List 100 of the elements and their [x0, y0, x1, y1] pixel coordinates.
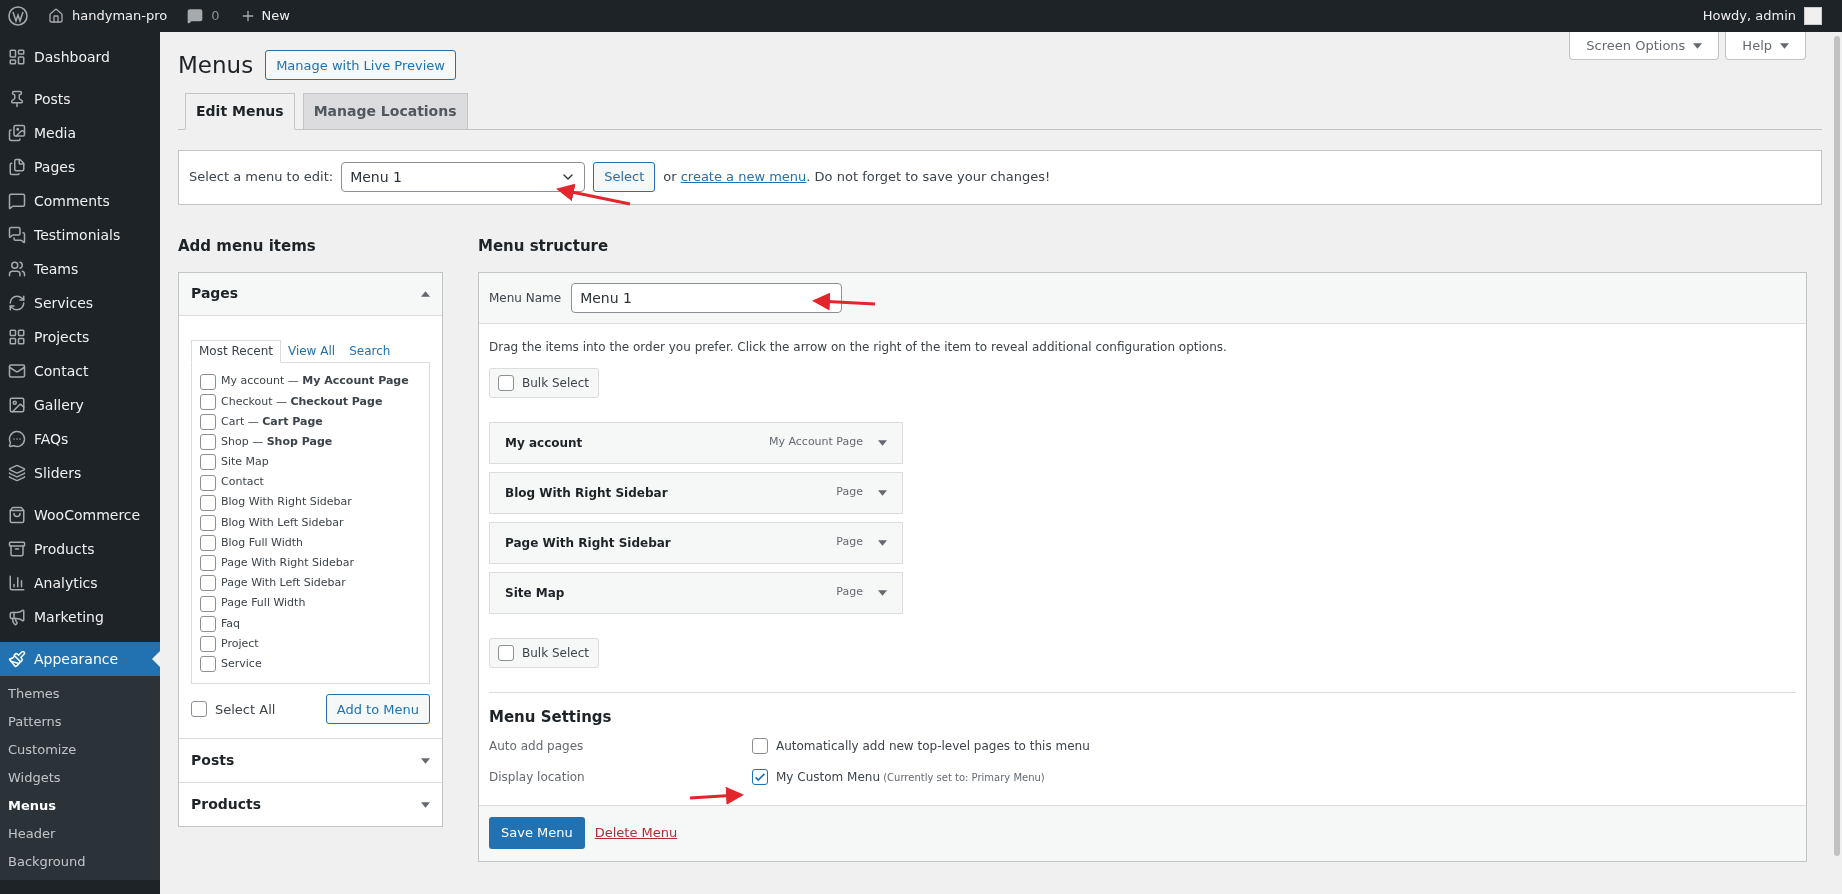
menu-item-bar[interactable]: My account My Account Page — [489, 421, 903, 464]
sidebar-item[interactable]: Contact — [0, 354, 160, 388]
instructions-text: Drag the items into the order you prefer. Click the arrow on the right of the item to reveal additional configuration options. — [489, 338, 1228, 356]
sidebar-item[interactable]: Marketing — [0, 600, 160, 634]
add-to-menu-button[interactable]: Add to Menu — [325, 694, 430, 725]
sidebar-item[interactable]: Testimonials — [0, 218, 160, 252]
sidebar-item[interactable]: Media — [0, 116, 160, 150]
expand-arrow-icon[interactable] — [421, 757, 430, 764]
new-link[interactable]: New — [239, 6, 290, 26]
submenu-item[interactable]: Background — [0, 848, 160, 876]
comments-icon — [8, 226, 26, 244]
checkbox[interactable] — [200, 454, 216, 471]
sidebar-item[interactable]: Pages — [0, 150, 160, 184]
mail-icon — [8, 362, 26, 380]
bag-icon — [8, 506, 26, 524]
help-button[interactable]: Help — [1725, 32, 1806, 60]
page-option-label: Cart — Cart Page — [221, 413, 323, 430]
select-button[interactable]: Select — [593, 162, 656, 192]
checkbox[interactable] — [752, 769, 768, 785]
menu-item-bar[interactable]: Site Map Page — [489, 571, 903, 614]
page-option-label: Project — [221, 635, 259, 652]
sidebar-item[interactable]: Services — [0, 286, 160, 320]
submenu-item[interactable]: Header — [0, 820, 160, 848]
expand-arrow-icon[interactable] — [421, 801, 430, 808]
checkbox[interactable] — [200, 575, 216, 592]
panel-tab[interactable]: Search — [342, 339, 398, 363]
tab[interactable]: Edit Menus — [185, 92, 295, 130]
checkbox[interactable] — [200, 656, 216, 673]
submenu-item[interactable]: Widgets — [0, 764, 160, 792]
comments-link[interactable]: 0 — [187, 6, 220, 26]
menu-item-title: Site Map — [505, 584, 566, 602]
checkbox[interactable] — [200, 393, 216, 410]
sidebar-item[interactable]: Analytics — [0, 566, 160, 600]
panel-tab[interactable]: Most Recent — [191, 339, 281, 363]
expand-arrow-icon[interactable] — [878, 589, 887, 596]
setting-option: Automatically add new top-level pages to this menu — [776, 737, 1090, 755]
bulk-select-button[interactable]: Bulk Select — [489, 367, 599, 398]
page-option-label: Blog Full Width — [221, 534, 304, 551]
menu-item-type: Page — [836, 584, 863, 601]
sidebar-item[interactable]: Gallery — [0, 388, 160, 422]
checkbox[interactable] — [498, 374, 514, 391]
submenu-item[interactable]: Patterns — [0, 708, 160, 736]
image-icon — [8, 396, 26, 414]
checkbox[interactable] — [752, 738, 768, 754]
delete-menu-link[interactable]: Delete Menu — [594, 823, 678, 843]
expand-arrow-icon[interactable] — [1780, 42, 1789, 49]
tab[interactable]: Manage Locations — [302, 92, 468, 130]
sidebar-item[interactable]: Appearance — [0, 642, 160, 676]
checkbox[interactable] — [200, 636, 216, 653]
sidebar-item[interactable]: Sliders — [0, 456, 160, 490]
menu-item-bar[interactable]: Page With Right Sidebar Page — [489, 521, 903, 564]
sidebar-item[interactable]: FAQs — [0, 422, 160, 456]
menu-item-bar[interactable]: Blog With Right Sidebar Page — [489, 471, 903, 514]
live-preview-button[interactable]: Manage with Live Preview — [265, 50, 456, 81]
sidebar-item[interactable]: Comments — [0, 184, 160, 218]
account-link[interactable]: Howdy, admin — [1702, 6, 1834, 26]
collapse-arrow-icon[interactable] — [421, 290, 430, 297]
wordpress-logo-icon[interactable] — [8, 6, 28, 26]
checkbox[interactable] — [200, 615, 216, 632]
create-menu-link[interactable]: create a new menu — [680, 169, 807, 185]
sidebar-item[interactable]: WooCommerce — [0, 498, 160, 532]
submenu-item[interactable]: Themes — [0, 680, 160, 708]
sidebar-item[interactable]: Projects — [0, 320, 160, 354]
submenu-item[interactable]: Menus — [0, 792, 160, 820]
checkbox[interactable] — [200, 373, 216, 390]
save-menu-button[interactable]: Save Menu — [489, 817, 585, 849]
expand-arrow-icon[interactable] — [878, 489, 887, 496]
menu-item-title: My account — [505, 434, 584, 452]
sidebar-item[interactable]: Posts — [0, 82, 160, 116]
checkbox[interactable] — [200, 514, 216, 531]
sidebar-item[interactable]: Teams — [0, 252, 160, 286]
expand-arrow-icon[interactable] — [878, 439, 887, 446]
menu-item-type: Page — [836, 534, 863, 551]
accordion-header[interactable]: Pages — [179, 272, 442, 316]
checkbox[interactable] — [200, 595, 216, 612]
checkbox[interactable] — [498, 644, 514, 661]
checkbox[interactable] — [200, 555, 216, 572]
checkbox[interactable] — [200, 413, 216, 430]
sidebar-item[interactable]: Dashboard — [0, 40, 160, 74]
sidebar-item[interactable]: Products — [0, 532, 160, 566]
comment-icon — [187, 8, 204, 24]
site-link[interactable]: handyman-pro — [48, 6, 168, 26]
menu-dropdown[interactable]: Menu 1 — [341, 162, 586, 192]
section-heading: Add menu items — [178, 236, 317, 258]
checkbox[interactable] — [200, 434, 216, 451]
checkbox[interactable] — [200, 535, 216, 552]
expand-arrow-icon[interactable] — [878, 539, 887, 546]
bulk-select-button[interactable]: Bulk Select — [489, 637, 599, 668]
expand-arrow-icon[interactable] — [1693, 42, 1703, 49]
page-option-label: Page Full Width — [221, 595, 306, 612]
screen-options-button[interactable]: Screen Options — [1569, 32, 1720, 60]
brush-icon — [8, 650, 26, 668]
checkbox[interactable] — [200, 494, 216, 511]
bulk-select-label: Bulk Select — [522, 644, 589, 662]
checkbox[interactable] — [191, 701, 207, 718]
page-option-label: Checkout — Checkout Page — [221, 393, 383, 410]
submenu-item[interactable]: Customize — [0, 736, 160, 764]
checkbox[interactable] — [200, 474, 216, 491]
panel-tab[interactable]: View All — [280, 339, 343, 363]
menu-name-input[interactable]: Menu 1 — [571, 282, 843, 313]
